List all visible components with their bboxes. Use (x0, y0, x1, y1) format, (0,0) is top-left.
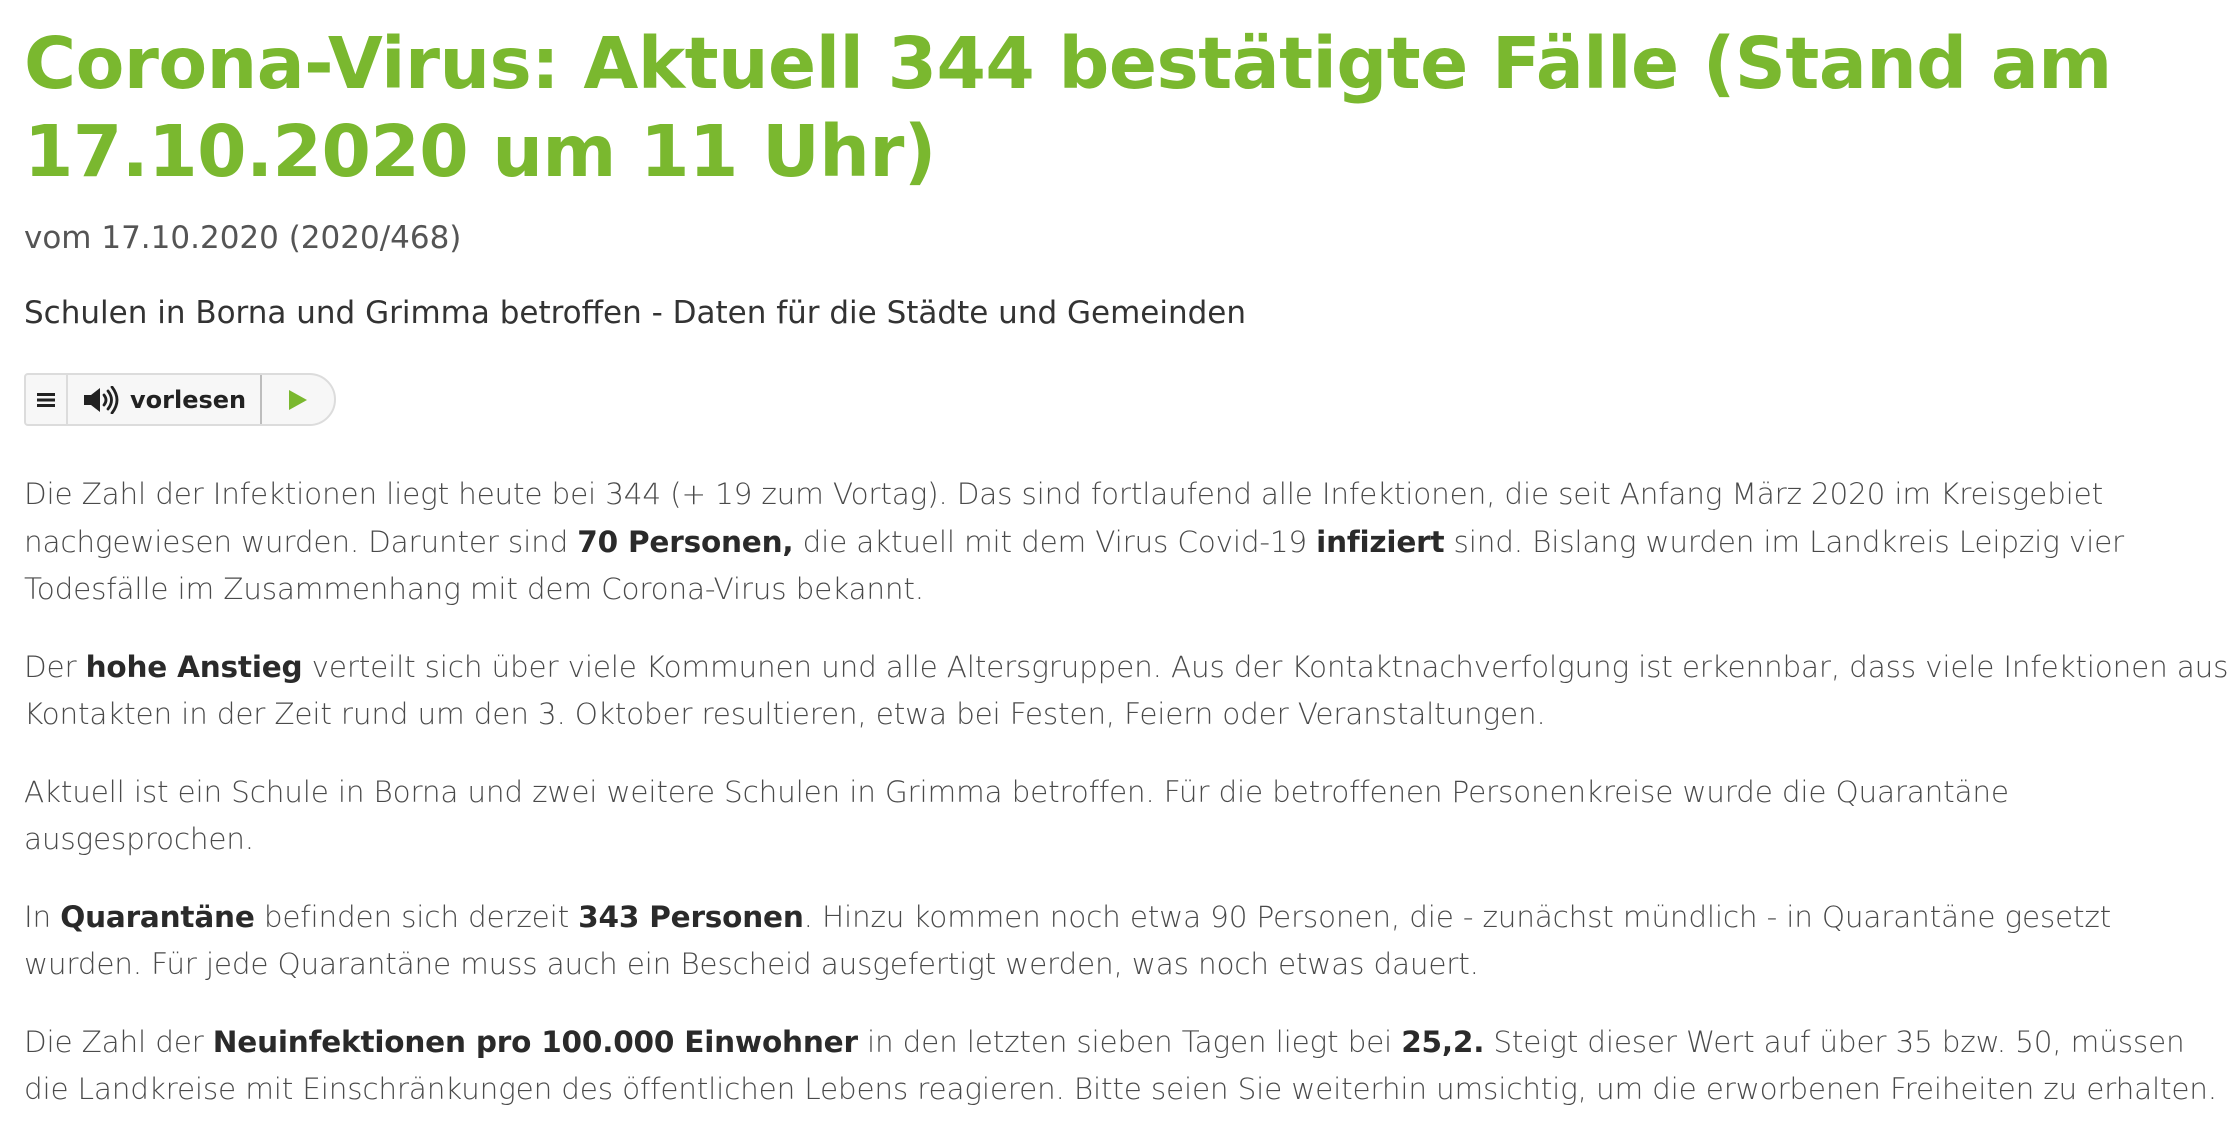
readspeaker-label: vorlesen (130, 385, 247, 414)
page-title: Corona-Virus: Aktuell 344 bestätigte Fäl… (24, 22, 2112, 193)
highlight-infected: infiziert (1316, 524, 1445, 559)
paragraph-infections: Die Zahl der Infektionen liegt heute bei… (24, 471, 2234, 614)
paragraph-incidence: Die Zahl der Neuinfektionen pro 100.000 … (24, 1019, 2234, 1114)
article-date: vom 17.10.2020 (2020/468) (24, 220, 462, 256)
text-segment: Der (24, 649, 86, 684)
article: Corona-Virus: Aktuell 344 bestätigte Fäl… (24, 20, 2229, 1144)
play-icon (289, 389, 308, 410)
highlight-infected-count: 70 Personen, (577, 524, 794, 559)
readspeaker-play-button[interactable] (262, 375, 334, 424)
readspeaker-menu-button[interactable] (26, 375, 68, 424)
text-segment: die aktuell mit dem Virus Covid-19 (793, 524, 1317, 559)
menu-icon (37, 392, 55, 407)
text-segment: befinden sich derzeit (254, 899, 579, 934)
highlight-increase: hohe Anstieg (85, 649, 303, 684)
paragraph-schools: Aktuell ist ein Schule in Borna und zwei… (24, 769, 2234, 864)
highlight-quarantine: Quarantäne (60, 899, 255, 934)
readspeaker-listen-button[interactable]: vorlesen (68, 375, 263, 424)
readspeaker-widget: vorlesen (24, 373, 337, 426)
paragraph-quarantine: In Quarantäne befinden sich derzeit 343 … (24, 894, 2234, 989)
text-segment: In (24, 899, 61, 934)
text-segment: in den letzten sieben Tagen liegt bei (857, 1024, 1402, 1059)
highlight-incidence-value: 25,2. (1401, 1024, 1485, 1059)
highlight-incidence-label: Neuinfektionen pro 100.000 Einwohner (212, 1024, 858, 1059)
text-segment: verteilt sich über viele Kommunen und al… (24, 649, 2229, 732)
highlight-quarantine-count: 343 Personen (578, 899, 804, 934)
text-segment: Aktuell ist ein Schule in Borna und zwei… (24, 774, 2009, 857)
paragraph-increase: Der hohe Anstieg verteilt sich über viel… (24, 644, 2234, 739)
text-segment: Die Zahl der (24, 1024, 213, 1059)
article-subtitle: Schulen in Borna und Grimma betroffen - … (24, 295, 1247, 331)
article-body: Die Zahl der Infektionen liegt heute bei… (24, 471, 2234, 1114)
speaker-icon (84, 385, 119, 414)
